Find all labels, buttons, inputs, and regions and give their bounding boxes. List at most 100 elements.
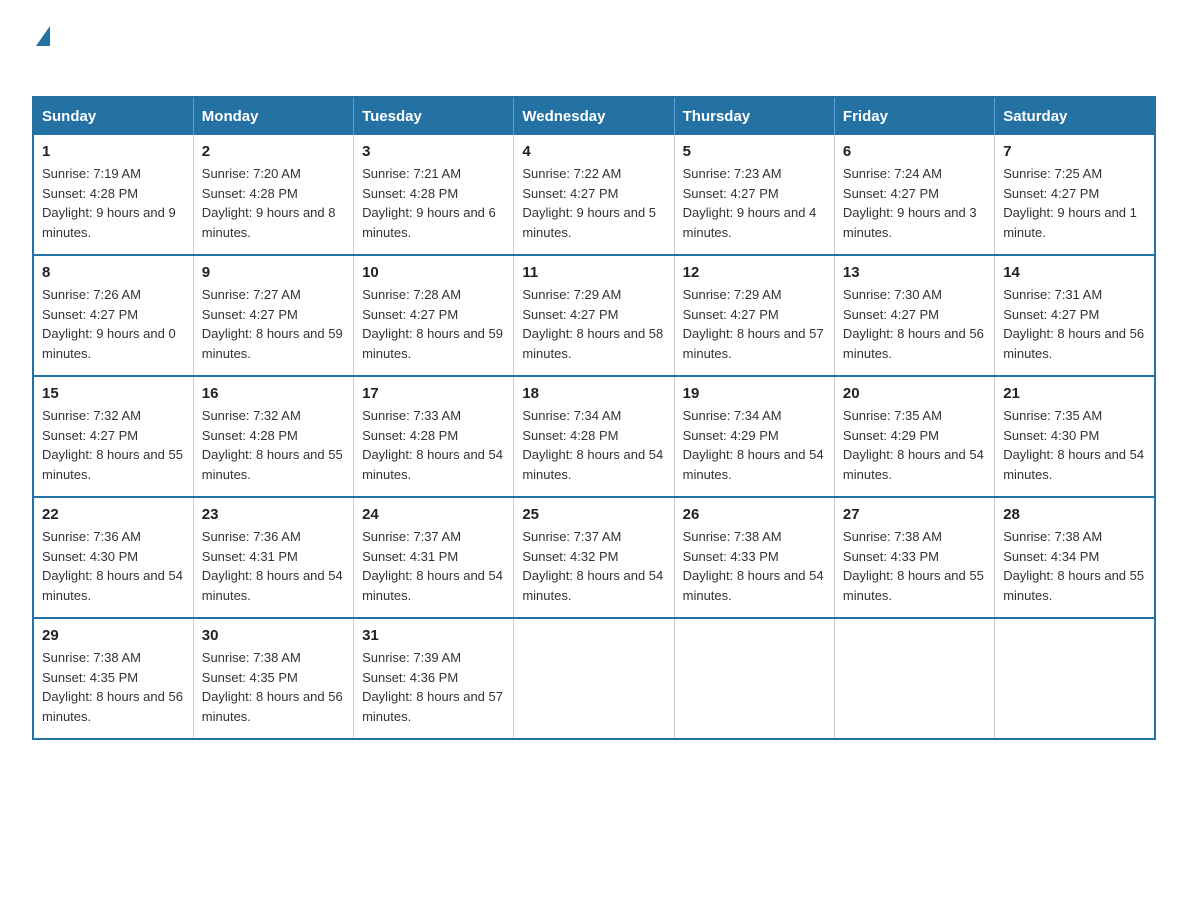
day-number: 27 bbox=[843, 506, 986, 523]
calendar-cell: 7 Sunrise: 7:25 AM Sunset: 4:27 PM Dayli… bbox=[995, 135, 1155, 255]
day-number: 22 bbox=[42, 506, 185, 523]
day-info: Sunrise: 7:33 AM Sunset: 4:28 PM Dayligh… bbox=[362, 406, 505, 484]
calendar-cell: 23 Sunrise: 7:36 AM Sunset: 4:31 PM Dayl… bbox=[193, 497, 353, 618]
day-info: Sunrise: 7:39 AM Sunset: 4:36 PM Dayligh… bbox=[362, 648, 505, 726]
day-info: Sunrise: 7:35 AM Sunset: 4:29 PM Dayligh… bbox=[843, 406, 986, 484]
day-info: Sunrise: 7:30 AM Sunset: 4:27 PM Dayligh… bbox=[843, 285, 986, 363]
day-number: 2 bbox=[202, 143, 345, 160]
day-number: 12 bbox=[683, 264, 826, 281]
day-info: Sunrise: 7:31 AM Sunset: 4:27 PM Dayligh… bbox=[1003, 285, 1146, 363]
calendar-cell: 14 Sunrise: 7:31 AM Sunset: 4:27 PM Dayl… bbox=[995, 255, 1155, 376]
logo-triangle-icon bbox=[36, 26, 50, 46]
day-number: 9 bbox=[202, 264, 345, 281]
day-number: 13 bbox=[843, 264, 986, 281]
day-number: 15 bbox=[42, 385, 185, 402]
calendar-cell: 22 Sunrise: 7:36 AM Sunset: 4:30 PM Dayl… bbox=[33, 497, 193, 618]
calendar-cell bbox=[514, 618, 674, 739]
day-number: 7 bbox=[1003, 143, 1146, 160]
calendar-week-row: 22 Sunrise: 7:36 AM Sunset: 4:30 PM Dayl… bbox=[33, 497, 1155, 618]
day-info: Sunrise: 7:20 AM Sunset: 4:28 PM Dayligh… bbox=[202, 164, 345, 242]
day-info: Sunrise: 7:29 AM Sunset: 4:27 PM Dayligh… bbox=[522, 285, 665, 363]
day-number: 19 bbox=[683, 385, 826, 402]
calendar-header-monday: Monday bbox=[193, 97, 353, 135]
calendar-cell: 8 Sunrise: 7:26 AM Sunset: 4:27 PM Dayli… bbox=[33, 255, 193, 376]
day-info: Sunrise: 7:38 AM Sunset: 4:33 PM Dayligh… bbox=[843, 527, 986, 605]
day-number: 30 bbox=[202, 627, 345, 644]
calendar-week-row: 1 Sunrise: 7:19 AM Sunset: 4:28 PM Dayli… bbox=[33, 135, 1155, 255]
day-number: 18 bbox=[522, 385, 665, 402]
day-number: 6 bbox=[843, 143, 986, 160]
day-number: 1 bbox=[42, 143, 185, 160]
calendar-cell: 12 Sunrise: 7:29 AM Sunset: 4:27 PM Dayl… bbox=[674, 255, 834, 376]
day-info: Sunrise: 7:27 AM Sunset: 4:27 PM Dayligh… bbox=[202, 285, 345, 363]
calendar-week-row: 8 Sunrise: 7:26 AM Sunset: 4:27 PM Dayli… bbox=[33, 255, 1155, 376]
day-number: 5 bbox=[683, 143, 826, 160]
calendar-cell: 26 Sunrise: 7:38 AM Sunset: 4:33 PM Dayl… bbox=[674, 497, 834, 618]
day-info: Sunrise: 7:21 AM Sunset: 4:28 PM Dayligh… bbox=[362, 164, 505, 242]
calendar-header-tuesday: Tuesday bbox=[354, 97, 514, 135]
day-info: Sunrise: 7:19 AM Sunset: 4:28 PM Dayligh… bbox=[42, 164, 185, 242]
calendar-cell: 17 Sunrise: 7:33 AM Sunset: 4:28 PM Dayl… bbox=[354, 376, 514, 497]
calendar-cell bbox=[674, 618, 834, 739]
calendar-cell: 9 Sunrise: 7:27 AM Sunset: 4:27 PM Dayli… bbox=[193, 255, 353, 376]
day-number: 4 bbox=[522, 143, 665, 160]
calendar-cell: 21 Sunrise: 7:35 AM Sunset: 4:30 PM Dayl… bbox=[995, 376, 1155, 497]
day-info: Sunrise: 7:36 AM Sunset: 4:31 PM Dayligh… bbox=[202, 527, 345, 605]
logo bbox=[32, 24, 50, 76]
calendar-cell: 27 Sunrise: 7:38 AM Sunset: 4:33 PM Dayl… bbox=[834, 497, 994, 618]
calendar-cell: 10 Sunrise: 7:28 AM Sunset: 4:27 PM Dayl… bbox=[354, 255, 514, 376]
calendar-cell: 30 Sunrise: 7:38 AM Sunset: 4:35 PM Dayl… bbox=[193, 618, 353, 739]
calendar-header-row: SundayMondayTuesdayWednesdayThursdayFrid… bbox=[33, 97, 1155, 135]
calendar-cell: 3 Sunrise: 7:21 AM Sunset: 4:28 PM Dayli… bbox=[354, 135, 514, 255]
day-info: Sunrise: 7:25 AM Sunset: 4:27 PM Dayligh… bbox=[1003, 164, 1146, 242]
calendar-cell: 13 Sunrise: 7:30 AM Sunset: 4:27 PM Dayl… bbox=[834, 255, 994, 376]
day-info: Sunrise: 7:37 AM Sunset: 4:32 PM Dayligh… bbox=[522, 527, 665, 605]
day-info: Sunrise: 7:38 AM Sunset: 4:35 PM Dayligh… bbox=[42, 648, 185, 726]
calendar-cell: 16 Sunrise: 7:32 AM Sunset: 4:28 PM Dayl… bbox=[193, 376, 353, 497]
calendar-cell: 19 Sunrise: 7:34 AM Sunset: 4:29 PM Dayl… bbox=[674, 376, 834, 497]
day-number: 11 bbox=[522, 264, 665, 281]
calendar-cell: 5 Sunrise: 7:23 AM Sunset: 4:27 PM Dayli… bbox=[674, 135, 834, 255]
calendar-header-friday: Friday bbox=[834, 97, 994, 135]
day-number: 10 bbox=[362, 264, 505, 281]
calendar-cell: 25 Sunrise: 7:37 AM Sunset: 4:32 PM Dayl… bbox=[514, 497, 674, 618]
calendar-cell: 28 Sunrise: 7:38 AM Sunset: 4:34 PM Dayl… bbox=[995, 497, 1155, 618]
calendar-cell: 2 Sunrise: 7:20 AM Sunset: 4:28 PM Dayli… bbox=[193, 135, 353, 255]
calendar-cell: 20 Sunrise: 7:35 AM Sunset: 4:29 PM Dayl… bbox=[834, 376, 994, 497]
day-info: Sunrise: 7:36 AM Sunset: 4:30 PM Dayligh… bbox=[42, 527, 185, 605]
calendar-cell: 4 Sunrise: 7:22 AM Sunset: 4:27 PM Dayli… bbox=[514, 135, 674, 255]
day-number: 14 bbox=[1003, 264, 1146, 281]
day-info: Sunrise: 7:32 AM Sunset: 4:27 PM Dayligh… bbox=[42, 406, 185, 484]
calendar-cell bbox=[995, 618, 1155, 739]
page-header bbox=[32, 24, 1156, 76]
day-info: Sunrise: 7:37 AM Sunset: 4:31 PM Dayligh… bbox=[362, 527, 505, 605]
day-number: 20 bbox=[843, 385, 986, 402]
day-info: Sunrise: 7:38 AM Sunset: 4:34 PM Dayligh… bbox=[1003, 527, 1146, 605]
calendar-cell: 29 Sunrise: 7:38 AM Sunset: 4:35 PM Dayl… bbox=[33, 618, 193, 739]
calendar-cell: 15 Sunrise: 7:32 AM Sunset: 4:27 PM Dayl… bbox=[33, 376, 193, 497]
calendar-cell: 11 Sunrise: 7:29 AM Sunset: 4:27 PM Dayl… bbox=[514, 255, 674, 376]
day-info: Sunrise: 7:29 AM Sunset: 4:27 PM Dayligh… bbox=[683, 285, 826, 363]
day-number: 3 bbox=[362, 143, 505, 160]
calendar-week-row: 15 Sunrise: 7:32 AM Sunset: 4:27 PM Dayl… bbox=[33, 376, 1155, 497]
day-info: Sunrise: 7:28 AM Sunset: 4:27 PM Dayligh… bbox=[362, 285, 505, 363]
calendar-cell: 24 Sunrise: 7:37 AM Sunset: 4:31 PM Dayl… bbox=[354, 497, 514, 618]
calendar-cell: 31 Sunrise: 7:39 AM Sunset: 4:36 PM Dayl… bbox=[354, 618, 514, 739]
day-info: Sunrise: 7:38 AM Sunset: 4:35 PM Dayligh… bbox=[202, 648, 345, 726]
day-info: Sunrise: 7:32 AM Sunset: 4:28 PM Dayligh… bbox=[202, 406, 345, 484]
day-number: 16 bbox=[202, 385, 345, 402]
day-info: Sunrise: 7:26 AM Sunset: 4:27 PM Dayligh… bbox=[42, 285, 185, 363]
day-info: Sunrise: 7:38 AM Sunset: 4:33 PM Dayligh… bbox=[683, 527, 826, 605]
calendar-table: SundayMondayTuesdayWednesdayThursdayFrid… bbox=[32, 96, 1156, 740]
day-number: 25 bbox=[522, 506, 665, 523]
calendar-cell bbox=[834, 618, 994, 739]
day-info: Sunrise: 7:34 AM Sunset: 4:29 PM Dayligh… bbox=[683, 406, 826, 484]
calendar-header-thursday: Thursday bbox=[674, 97, 834, 135]
calendar-cell: 6 Sunrise: 7:24 AM Sunset: 4:27 PM Dayli… bbox=[834, 135, 994, 255]
day-number: 28 bbox=[1003, 506, 1146, 523]
day-info: Sunrise: 7:34 AM Sunset: 4:28 PM Dayligh… bbox=[522, 406, 665, 484]
calendar-header-wednesday: Wednesday bbox=[514, 97, 674, 135]
day-number: 29 bbox=[42, 627, 185, 644]
day-number: 23 bbox=[202, 506, 345, 523]
day-number: 8 bbox=[42, 264, 185, 281]
